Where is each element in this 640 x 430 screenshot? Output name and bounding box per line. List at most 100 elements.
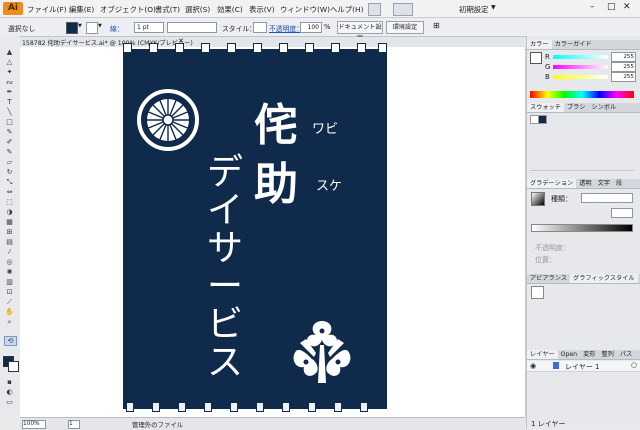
menu-select[interactable]: 選択(S) [185, 4, 210, 15]
menu-help[interactable]: ヘルプ(H) [330, 4, 364, 15]
close-icon[interactable]: ✕ [623, 2, 631, 12]
rectangle-tool-icon[interactable]: □ [4, 118, 15, 126]
perspective-grid-icon[interactable]: ▦ [4, 218, 15, 226]
color-spectrum[interactable] [530, 91, 634, 98]
green-value[interactable]: 255 [611, 62, 636, 72]
color-mode-icon[interactable]: ▪ [4, 378, 15, 386]
document-setup-button[interactable]: ドキュメント設定 [337, 21, 383, 42]
gradient-slider[interactable] [531, 224, 633, 232]
blue-slider[interactable] [553, 75, 608, 79]
red-slider[interactable] [553, 55, 608, 59]
opacity-label[interactable]: 不透明度： [269, 23, 303, 33]
graphic-style-picker[interactable] [253, 22, 267, 33]
selection-tool-icon[interactable]: ▲ [4, 48, 15, 56]
stroke-color-icon[interactable] [8, 361, 19, 372]
graph-tool-icon[interactable]: ▥ [4, 278, 15, 286]
graphic-style-default[interactable] [531, 286, 544, 299]
rotate-tool-icon[interactable]: ↻ [4, 168, 15, 176]
visibility-eye-icon[interactable]: ◉ [530, 362, 536, 370]
tab-transparency[interactable]: 透明 [576, 179, 594, 188]
tab-layers[interactable]: レイヤー [527, 350, 558, 359]
status-text[interactable]: 管理外のファイル [132, 420, 183, 429]
slice-tool-icon[interactable]: ⟋ [4, 298, 15, 306]
chevron-down-icon[interactable]: ▼ [98, 23, 102, 29]
shape-builder-icon[interactable]: ◑ [4, 208, 15, 216]
align-icon[interactable]: ⊞ [433, 21, 440, 30]
tab-appearance[interactable]: アピアランス [527, 274, 570, 283]
gradient-type-select[interactable] [581, 193, 633, 203]
blue-value[interactable]: 255 [611, 72, 636, 82]
workspace-switcher[interactable]: 初期設定 [459, 4, 489, 15]
menu-effect[interactable]: 効果(C) [217, 4, 243, 15]
mesh-tool-icon[interactable]: ⊞ [4, 228, 15, 236]
blend-tool-icon[interactable]: ◎ [4, 258, 15, 266]
red-value[interactable]: 255 [611, 52, 636, 62]
bridge-button[interactable] [368, 3, 381, 16]
zoom-tool-icon[interactable]: ⌕ [4, 318, 15, 326]
tab-color[interactable]: カラー [527, 40, 552, 49]
gradient-angle-field[interactable] [611, 208, 633, 218]
free-transform-icon[interactable]: ⬚ [4, 198, 15, 206]
hand-tool-icon[interactable]: ✋ [4, 308, 15, 316]
menu-object[interactable]: オブジェクト(O) [100, 4, 156, 15]
menu-type[interactable]: 書式(T) [155, 4, 180, 15]
maximize-icon[interactable]: □ [607, 2, 616, 12]
tab-transform[interactable]: 変形 [580, 350, 598, 359]
menu-file[interactable]: ファイル(F) [27, 4, 67, 15]
active-tool-icon[interactable]: ⟲ [4, 336, 17, 346]
opacity-field[interactable]: 100 [300, 22, 322, 33]
gradient-tool-icon[interactable]: ▤ [4, 238, 15, 246]
variable-width-profile[interactable] [167, 22, 217, 33]
magic-wand-icon[interactable]: ✦ [4, 68, 15, 76]
zoom-field[interactable]: 100% [22, 420, 46, 429]
stroke-swatch[interactable] [86, 22, 98, 34]
tab-brushes[interactable]: ブラシ [564, 103, 588, 112]
stroke-label[interactable]: 線： [110, 23, 124, 33]
menu-window[interactable]: ウィンドウ(W) [280, 4, 330, 15]
scale-tool-icon[interactable]: ⤡ [4, 178, 15, 186]
layer-name[interactable]: レイヤー 1 [565, 362, 599, 372]
green-slider[interactable] [553, 65, 608, 69]
pen-tool-icon[interactable]: ✒ [4, 88, 15, 96]
tab-align[interactable]: 整列 [598, 350, 616, 359]
fill-swatch[interactable] [66, 22, 78, 34]
eraser-icon[interactable]: ▱ [4, 158, 15, 166]
pencil-icon[interactable]: ✐ [4, 138, 15, 146]
minimize-icon[interactable]: – [590, 2, 595, 12]
tab-paragraph[interactable]: 段 [613, 179, 625, 188]
tab-pathfinder[interactable]: パス [617, 350, 635, 359]
preferences-button[interactable]: 環境設定 [386, 21, 424, 34]
draw-mode-icon[interactable]: ◐ [4, 388, 15, 396]
gradient-preview[interactable] [531, 192, 545, 206]
chevron-down-icon[interactable]: ▼ [78, 23, 82, 29]
tab-color-guide[interactable]: カラーガイド [552, 40, 595, 49]
tab-character[interactable]: 文字 [595, 179, 613, 188]
swatch-navy[interactable] [538, 115, 547, 124]
tab-symbols[interactable]: シンボル [588, 103, 619, 112]
menu-edit[interactable]: 編集(E) [69, 4, 94, 15]
tab-open[interactable]: Open [558, 350, 581, 359]
search-field[interactable] [503, 3, 553, 13]
blob-brush-icon[interactable]: ✎ [4, 148, 15, 156]
menu-view[interactable]: 表示(V) [249, 4, 275, 15]
target-icon[interactable]: ○ [631, 361, 637, 369]
lasso-icon[interactable]: ᔓ [4, 78, 15, 86]
tab-gradient[interactable]: グラデーション [527, 179, 577, 188]
fill-preview-icon[interactable] [530, 52, 542, 64]
eyedropper-icon[interactable]: ⁄ [4, 248, 15, 256]
paintbrush-icon[interactable]: ✎ [4, 128, 15, 136]
tab-swatches[interactable]: スウォッチ [527, 103, 564, 112]
type-tool-icon[interactable]: T [4, 98, 15, 106]
tab-graphic-styles[interactable]: グラフィックスタイル [570, 274, 638, 283]
symbol-sprayer-icon[interactable]: ✺ [4, 268, 15, 276]
stroke-weight-field[interactable]: 1 pt [134, 22, 164, 33]
layer-row[interactable]: ◉ レイヤー 1 ○ [527, 361, 640, 372]
direct-selection-tool-icon[interactable]: △ [4, 58, 15, 66]
artboard-tool-icon[interactable]: ⊡ [4, 288, 15, 296]
screen-mode-icon[interactable]: ▭ [4, 398, 15, 406]
chevron-down-icon[interactable]: ▼ [491, 4, 496, 11]
page-field[interactable]: 1 [68, 420, 80, 429]
line-tool-icon[interactable]: ╲ [4, 108, 15, 116]
width-tool-icon[interactable]: ⇔ [4, 188, 15, 196]
arrange-documents-button[interactable] [393, 3, 413, 16]
